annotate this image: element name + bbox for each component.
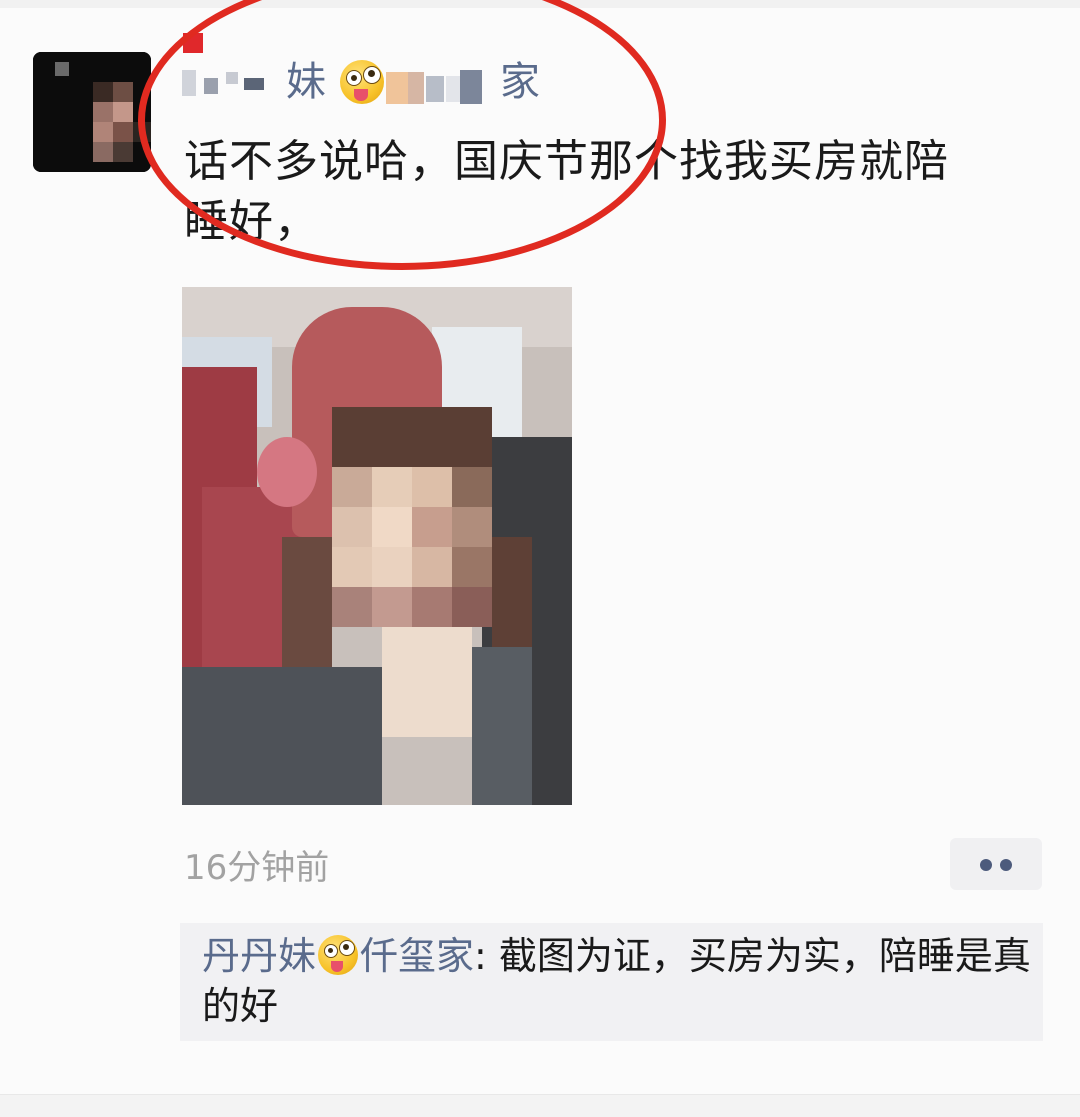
- more-dots-icon-2: [1000, 859, 1012, 871]
- comment-item[interactable]: 丹丹妹 仟玺家: 截图为证，买房为实，陪睡是真的好: [202, 931, 1032, 1031]
- bottom-divider: [0, 1094, 1080, 1117]
- more-dots-icon: [980, 859, 992, 871]
- username-char-2: 家: [500, 59, 540, 105]
- more-options-button[interactable]: [950, 838, 1042, 890]
- zany-face-emoji-icon: [340, 60, 384, 104]
- zany-face-emoji-icon: [318, 935, 359, 975]
- comment-separator: :: [474, 934, 499, 978]
- avatar[interactable]: [33, 52, 151, 172]
- top-divider: [0, 0, 1080, 8]
- post-text: 话不多说哈，国庆节那个找我买房就陪 睡好，: [184, 132, 1044, 252]
- post-username[interactable]: 妹 家: [160, 48, 580, 118]
- commenter-name-part2[interactable]: 仟玺家: [360, 934, 474, 978]
- post-timestamp: 16分钟前: [184, 848, 330, 888]
- post-text-line-2: 睡好，: [184, 196, 319, 247]
- post-text-line-1: 话不多说哈，国庆节那个找我买房就陪: [184, 136, 949, 187]
- post-photo[interactable]: [182, 287, 572, 805]
- username-char-1: 妹: [286, 59, 326, 105]
- comment-box: 丹丹妹 仟玺家: 截图为证，买房为实，陪睡是真的好: [180, 923, 1043, 1041]
- commenter-name-part1[interactable]: 丹丹妹: [202, 934, 316, 978]
